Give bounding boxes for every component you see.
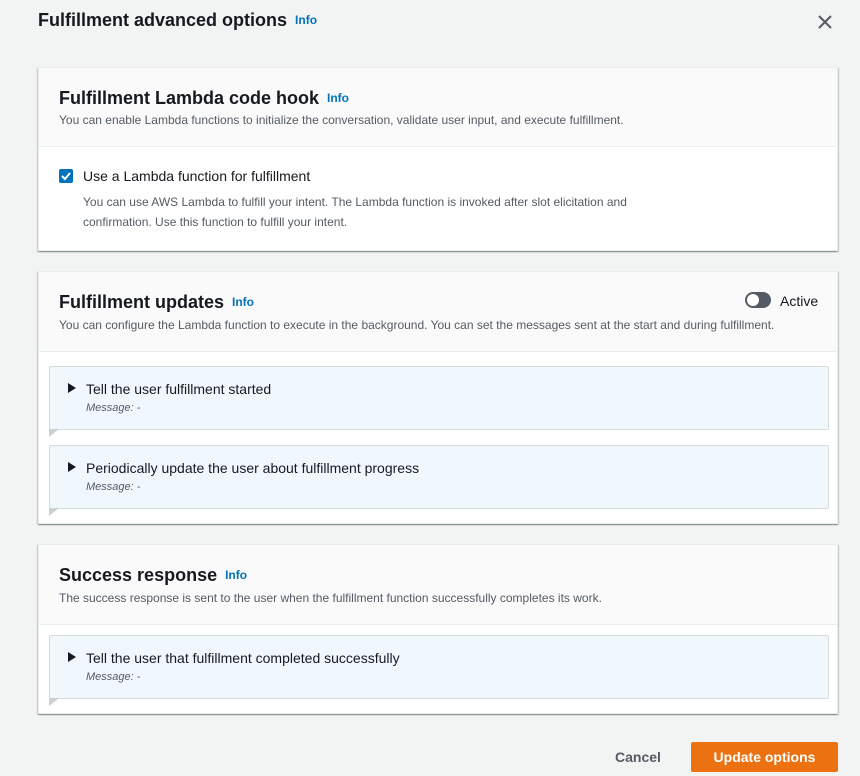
modal-info-link[interactable]: Info <box>295 13 317 27</box>
lambda-hook-info-link[interactable]: Info <box>327 91 349 105</box>
lambda-hook-description: You can enable Lambda functions to initi… <box>59 113 624 127</box>
updates-body: Tell the user fulfillment started Messag… <box>39 352 837 524</box>
success-title: Success response Info <box>59 565 247 586</box>
modal-header: Fulfillment advanced options Info <box>0 0 860 48</box>
expandable-title[interactable]: Tell the user fulfillment started <box>86 381 271 397</box>
success-container: Success response Info The success respons… <box>38 544 838 714</box>
expandable-message: Message: - <box>86 481 141 493</box>
active-toggle-label[interactable]: Active <box>780 293 818 309</box>
expandable-section[interactable]: Tell the user that fulfillment completed… <box>49 635 829 706</box>
modal-title-text: Fulfillment advanced options <box>38 10 288 30</box>
success-description: The success response is sent to the user… <box>59 591 602 605</box>
expandable-section[interactable]: Periodically update the user about fulfi… <box>49 445 829 516</box>
caret-right-icon[interactable] <box>68 652 76 662</box>
lambda-hook-container: Fulfillment Lambda code hook Info You can… <box>38 67 838 251</box>
expandable-title[interactable]: Tell the user that fulfillment completed… <box>86 650 400 666</box>
toggle-knob <box>747 294 759 306</box>
active-toggle[interactable] <box>745 292 771 308</box>
lambda-hook-body: Use a Lambda function for fulfillment Yo… <box>39 147 837 251</box>
updates-title: Fulfillment updates Info <box>59 292 254 313</box>
lambda-hook-header: Fulfillment Lambda code hook Info You can… <box>39 68 837 147</box>
updates-description: You can configure the Lambda function to… <box>59 318 775 332</box>
update-options-button[interactable]: Update options <box>691 742 838 772</box>
lambda-hook-title-text: Fulfillment Lambda code hook <box>59 88 320 108</box>
expandable-message: Message: - <box>86 671 141 683</box>
lambda-hook-title: Fulfillment Lambda code hook Info <box>59 88 349 109</box>
caret-right-icon[interactable] <box>68 462 76 472</box>
expandable-section[interactable]: Tell the user fulfillment started Messag… <box>49 366 829 437</box>
updates-title-text: Fulfillment updates <box>59 292 225 312</box>
expandable-title[interactable]: Periodically update the user about fulfi… <box>86 460 419 476</box>
updates-info-link[interactable]: Info <box>232 295 254 309</box>
lambda-checkbox[interactable] <box>59 169 73 183</box>
close-icon <box>818 15 832 29</box>
modal-title: Fulfillment advanced options Info <box>38 10 317 31</box>
caret-right-icon[interactable] <box>68 383 76 393</box>
success-body: Tell the user that fulfillment completed… <box>39 625 837 714</box>
success-title-text: Success response <box>59 565 218 585</box>
cancel-button[interactable]: Cancel <box>600 742 676 772</box>
success-info-link[interactable]: Info <box>225 568 247 582</box>
check-icon <box>61 172 71 181</box>
expandable-message: Message: - <box>86 402 141 414</box>
updates-header: Fulfillment updates Info Active You can c… <box>39 272 837 352</box>
success-header: Success response Info The success respons… <box>39 545 837 625</box>
lambda-checkbox-label[interactable]: Use a Lambda function for fulfillment <box>83 168 310 184</box>
lambda-checkbox-description: You can use AWS Lambda to fulfill your i… <box>83 195 627 229</box>
close-button[interactable] <box>814 11 836 33</box>
updates-container: Fulfillment updates Info Active You can c… <box>38 271 838 524</box>
